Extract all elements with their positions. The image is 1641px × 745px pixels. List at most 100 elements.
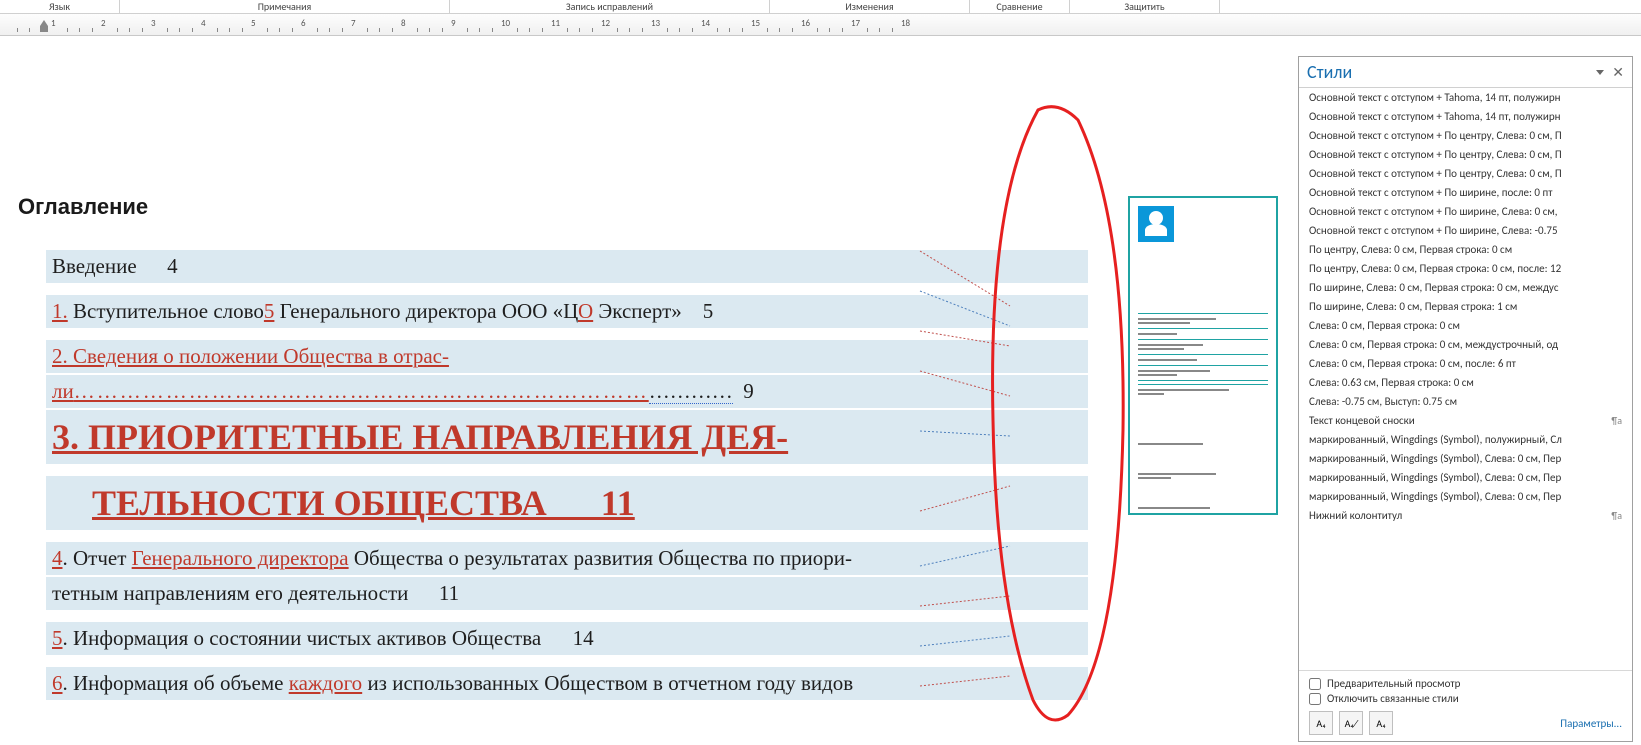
style-item[interactable]: По центру, Слева: 0 см, Первая строка: 0… xyxy=(1299,240,1632,259)
ribbon-tab-protect[interactable]: Защитить xyxy=(1070,0,1220,13)
ruler[interactable]: 123456789101112131415161718 xyxy=(0,14,1641,36)
toc-entry[interactable]: 5. Информация о состоянии чистых активов… xyxy=(46,622,1088,655)
toc-entry[interactable]: ТЕЛЬНОСТИ ОБЩЕСТВА 11 xyxy=(46,476,1088,530)
tab-label: Изменения xyxy=(845,0,893,13)
style-item-label: Слева: 0 см, Первая строка: 0 см, междус… xyxy=(1309,338,1558,351)
preview-checkbox[interactable]: Предварительный просмотр xyxy=(1309,677,1622,690)
style-item[interactable]: маркированный, Wingdings (Symbol), Слева… xyxy=(1299,487,1632,506)
ruler-number: 2 xyxy=(101,18,106,29)
style-item-label: По центру, Слева: 0 см, Первая строка: 0… xyxy=(1309,243,1512,256)
style-item[interactable]: Основной текст с отступом + По ширине, п… xyxy=(1299,183,1632,202)
style-item-label: маркированный, Wingdings (Symbol), Слева… xyxy=(1309,471,1561,484)
style-item[interactable]: Слева: 0 см, Первая строка: 0 см, после:… xyxy=(1299,354,1632,373)
toc-entry[interactable]: 1. Вступительное слово5 Генерального дир… xyxy=(46,295,1088,328)
style-item[interactable]: Основной текст с отступом + По центру, С… xyxy=(1299,126,1632,145)
style-item[interactable]: По ширине, Слева: 0 см, Первая строка: 1… xyxy=(1299,297,1632,316)
style-item-label: Основной текст с отступом + По ширине, п… xyxy=(1309,186,1552,199)
toc-entry[interactable]: 3. ПРИОРИТЕТНЫЕ НАПРАВЛЕНИЯ ДЕЯ- xyxy=(46,410,1088,464)
ribbon-tab-changes[interactable]: Изменения xyxy=(770,0,970,13)
style-item[interactable]: Основной текст с отступом + Tahoma, 14 п… xyxy=(1299,107,1632,126)
style-item-label: Основной текст с отступом + По ширине, С… xyxy=(1309,205,1558,218)
ribbon-tab-language[interactable]: Язык xyxy=(0,0,120,13)
style-item-label: По центру, Слева: 0 см, Первая строка: 0… xyxy=(1309,262,1561,275)
style-inspector-button[interactable]: A₄⁄ xyxy=(1339,711,1363,735)
toc-entry[interactable]: 2. Сведения о положении Общества в отрас… xyxy=(46,340,1088,373)
style-item[interactable]: Слева: 0.63 см, Первая строка: 0 см xyxy=(1299,373,1632,392)
ruler-number: 8 xyxy=(401,18,406,29)
ruler-number: 11 xyxy=(551,18,560,29)
preview-checkbox-label: Предварительный просмотр xyxy=(1327,677,1460,690)
style-item-label: Слева: 0.63 см, Первая строка: 0 см xyxy=(1309,376,1474,389)
ruler-number: 3 xyxy=(151,18,156,29)
tab-label: Запись исправлений xyxy=(566,0,653,13)
document-area[interactable]: Оглавление Введение 4 1. Вступительное сл… xyxy=(0,36,1098,742)
ruler-number: 5 xyxy=(251,18,256,29)
tab-label: Язык xyxy=(49,0,70,13)
toc-entry[interactable]: 4. Отчет Генерального директора Общества… xyxy=(46,542,1088,575)
avatar-icon xyxy=(1138,206,1174,242)
style-item[interactable]: Основной текст с отступом + По ширине, С… xyxy=(1299,202,1632,221)
ruler-number: 15 xyxy=(751,18,760,29)
ribbon-tabs: Язык Примечания Запись исправлений Измен… xyxy=(0,0,1641,14)
styles-list[interactable]: Основной текст с отступом + Tahoma, 14 п… xyxy=(1299,88,1632,670)
pilcrow-icon: ¶a xyxy=(1611,509,1622,522)
style-item[interactable]: Основной текст с отступом + По центру, С… xyxy=(1299,145,1632,164)
ruler-number: 1 xyxy=(51,18,56,29)
style-item-label: маркированный, Wingdings (Symbol), полуж… xyxy=(1309,433,1562,446)
style-item-label: Текст концевой сноски xyxy=(1309,414,1415,427)
style-item[interactable]: маркированный, Wingdings (Symbol), полуж… xyxy=(1299,430,1632,449)
style-item[interactable]: По центру, Слева: 0 см, Первая строка: 0… xyxy=(1299,259,1632,278)
style-item-label: Основной текст с отступом + По ширине, С… xyxy=(1309,224,1558,237)
linked-checkbox[interactable]: Отключить связанные стили xyxy=(1309,692,1622,705)
ribbon-tab-track[interactable]: Запись исправлений xyxy=(450,0,770,13)
preview-checkbox-input[interactable] xyxy=(1309,678,1321,690)
style-item[interactable]: Основной текст с отступом + По ширине, С… xyxy=(1299,221,1632,240)
style-item-label: Слева: -0.75 см, Выступ: 0.75 см xyxy=(1309,395,1457,408)
toc-entry[interactable]: Введение 4 xyxy=(46,250,1088,283)
tab-label: Примечания xyxy=(258,0,312,13)
style-item[interactable]: Основной текст с отступом + По центру, С… xyxy=(1299,164,1632,183)
style-item[interactable]: Слева: 0 см, Первая строка: 0 см xyxy=(1299,316,1632,335)
style-item-label: Слева: 0 см, Первая строка: 0 см, после:… xyxy=(1309,357,1516,370)
ribbon-tab-notes[interactable]: Примечания xyxy=(120,0,450,13)
ruler-number: 18 xyxy=(901,18,910,29)
style-item[interactable]: Слева: -0.75 см, Выступ: 0.75 см xyxy=(1299,392,1632,411)
linked-checkbox-label: Отключить связанные стили xyxy=(1327,692,1459,705)
styles-pane-header: Стили ✕ xyxy=(1299,57,1632,88)
mini-page[interactable] xyxy=(1128,196,1278,515)
params-link[interactable]: Параметры... xyxy=(1560,717,1622,730)
new-style-button[interactable]: A₄ xyxy=(1309,711,1333,735)
style-item-label: маркированный, Wingdings (Symbol), Слева… xyxy=(1309,490,1561,503)
style-item-label: Основной текст с отступом + Tahoma, 14 п… xyxy=(1309,110,1560,123)
manage-styles-button[interactable]: A₄ xyxy=(1369,711,1393,735)
style-item-label: Основной текст с отступом + По центру, С… xyxy=(1309,148,1562,161)
style-item[interactable]: Слева: 0 см, Первая строка: 0 см, междус… xyxy=(1299,335,1632,354)
chevron-down-icon[interactable] xyxy=(1596,70,1604,75)
style-item-label: Основной текст с отступом + По центру, С… xyxy=(1309,129,1562,142)
ruler-number: 10 xyxy=(501,18,510,29)
styles-pane: Стили ✕ Основной текст с отступом + Taho… xyxy=(1298,56,1633,742)
styles-pane-title: Стили xyxy=(1307,61,1596,83)
close-icon[interactable]: ✕ xyxy=(1612,64,1624,81)
style-item-label: Слева: 0 см, Первая строка: 0 см xyxy=(1309,319,1460,332)
toc-entry[interactable]: ли…………………………………………………………………………… 9 xyxy=(46,375,1088,408)
style-item[interactable]: маркированный, Wingdings (Symbol), Слева… xyxy=(1299,468,1632,487)
ruler-number: 14 xyxy=(701,18,710,29)
style-item-label: Основной текст с отступом + Tahoma, 14 п… xyxy=(1309,91,1560,104)
style-item-label: По ширине, Слева: 0 см, Первая строка: 1… xyxy=(1309,300,1517,313)
ruler-number: 12 xyxy=(601,18,610,29)
style-item[interactable]: Основной текст с отступом + Tahoma, 14 п… xyxy=(1299,88,1632,107)
style-item-label: Основной текст с отступом + По центру, С… xyxy=(1309,167,1562,180)
linked-checkbox-input[interactable] xyxy=(1309,693,1321,705)
styles-pane-footer: Предварительный просмотр Отключить связа… xyxy=(1299,670,1632,741)
style-item-label: По ширине, Слева: 0 см, Первая строка: 0… xyxy=(1309,281,1559,294)
ribbon-tab-compare[interactable]: Сравнение xyxy=(970,0,1070,13)
style-item[interactable]: Текст концевой сноски¶a xyxy=(1299,411,1632,430)
toc-entry[interactable]: 6. Информация об объеме каждого из испол… xyxy=(46,667,1088,700)
style-item[interactable]: маркированный, Wingdings (Symbol), Слева… xyxy=(1299,449,1632,468)
toc-heading: Оглавление xyxy=(18,194,1088,220)
style-item[interactable]: Нижний колонтитул¶a xyxy=(1299,506,1632,525)
style-item[interactable]: По ширине, Слева: 0 см, Первая строка: 0… xyxy=(1299,278,1632,297)
ruler-number: 13 xyxy=(651,18,660,29)
toc-entry[interactable]: тетным направлениям его деятельности 11 xyxy=(46,577,1088,610)
